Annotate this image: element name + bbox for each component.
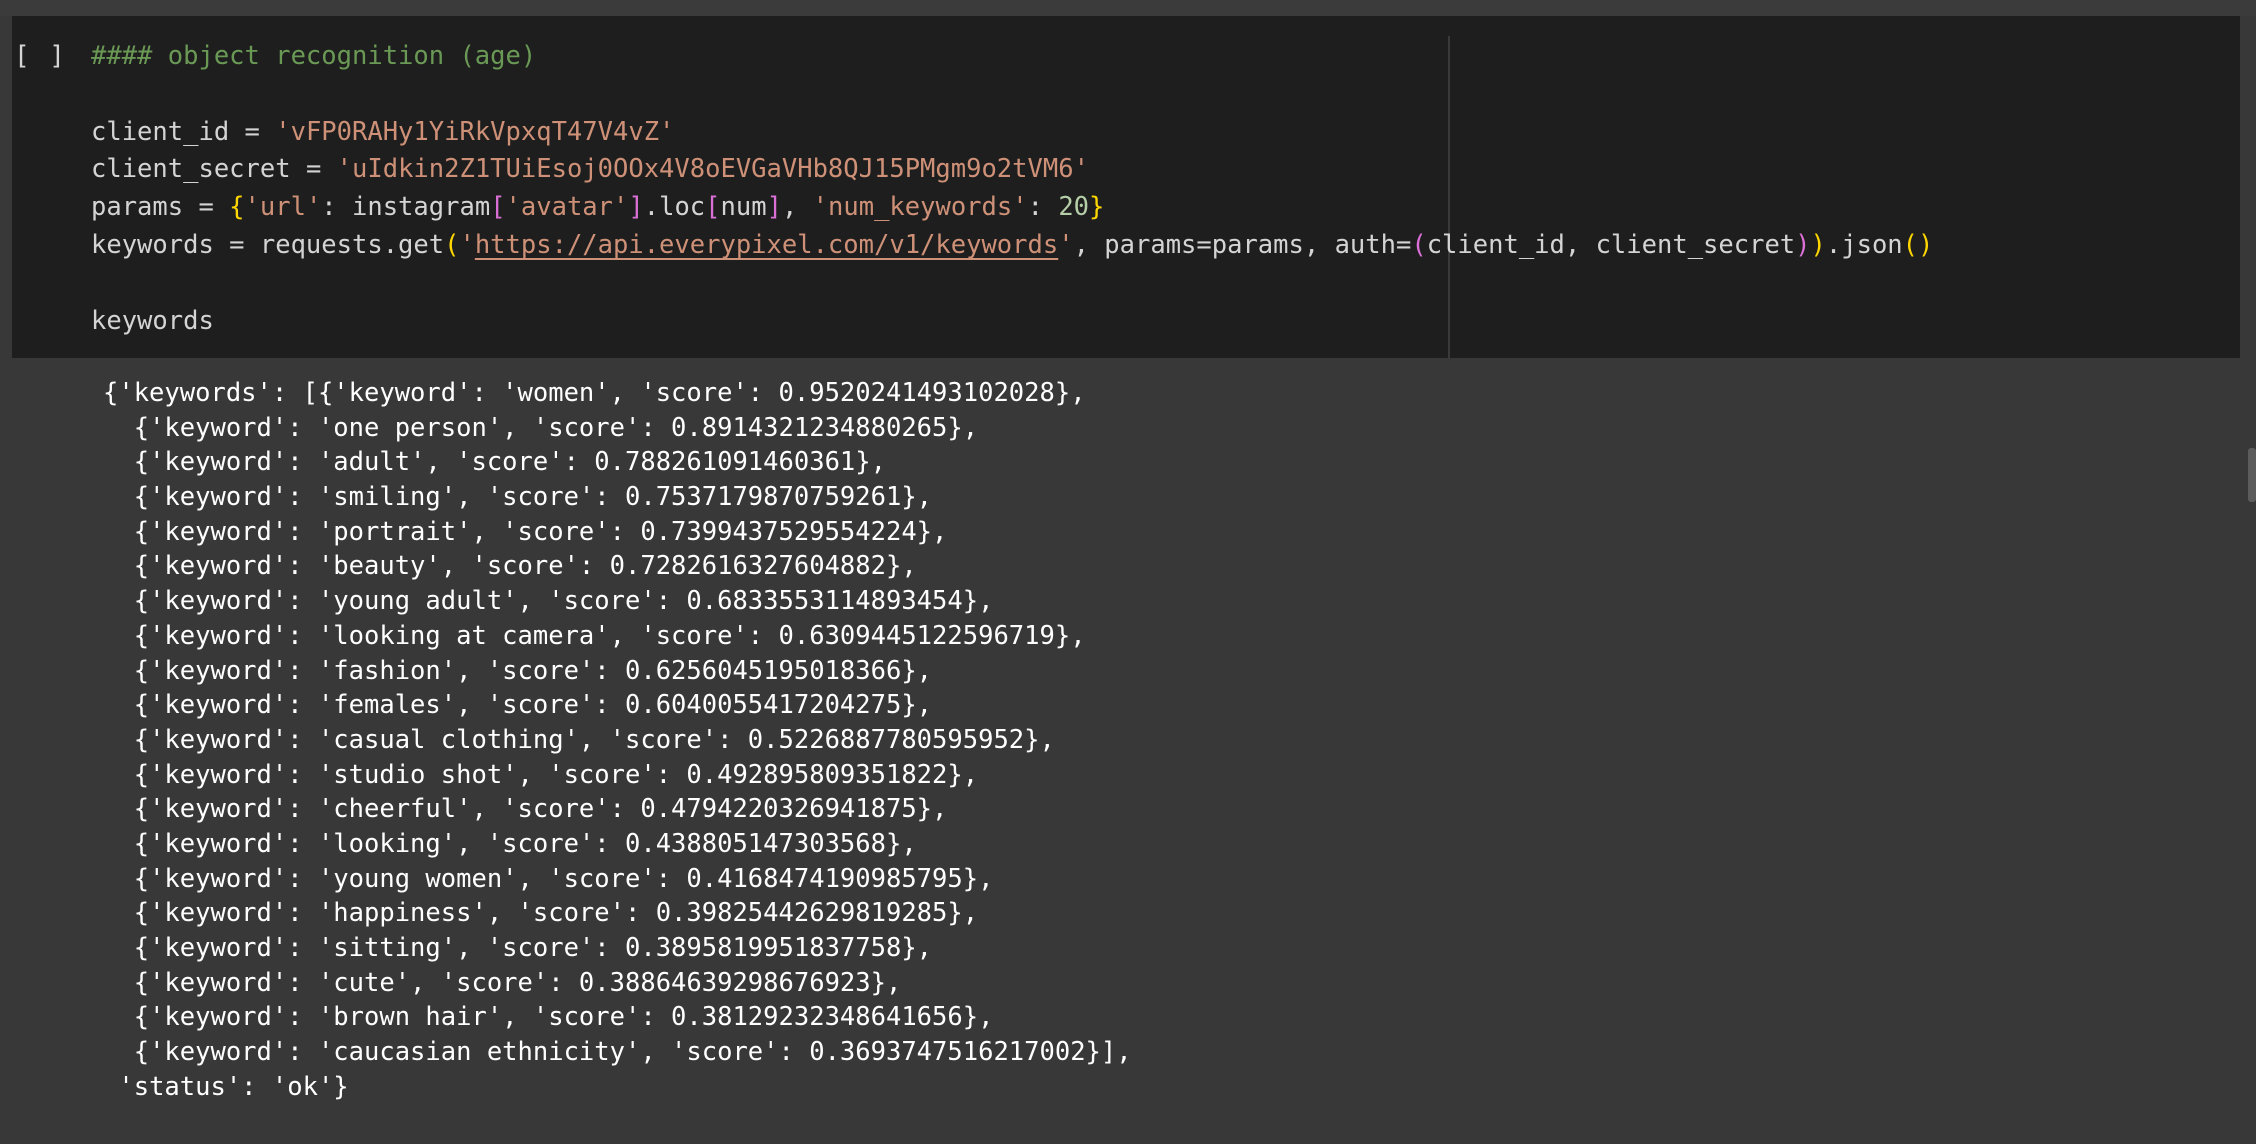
output-row-text: {'keyword': 'fashion', 'score': 0.625604… (133, 655, 933, 686)
bracket-open: [ (705, 192, 721, 223)
output-row-text: {'keyword': 'cheerful', 'score': 0.47942… (133, 794, 948, 825)
output-row-text: {'keyword': 'caucasian ethnicity', 'scor… (133, 1037, 1132, 1068)
output-row: {'keyword': 'smiling', 'score': 0.753717… (103, 480, 1132, 515)
paren-open: ( (444, 229, 460, 260)
paren-close: ) (1795, 229, 1811, 260)
keywords-expr: keywords (91, 305, 214, 336)
paren-open: ( (1411, 229, 1427, 260)
json-call: .json (1825, 229, 1903, 260)
output-row-text: {'keyword': 'brown hair', 'score': 0.381… (133, 1002, 994, 1033)
paren-close: ) (1810, 229, 1826, 260)
output-row-text: {'keyword': 'portrait', 'score': 0.73994… (133, 516, 948, 547)
output-head-row: {'keywords': [{'keyword': 'women', 'scor… (103, 376, 1132, 411)
api-url-link[interactable]: https://api.everypixel.com/v1/keywords (475, 230, 1058, 260)
output-row: {'keyword': 'brown hair', 'score': 0.381… (103, 1000, 1132, 1035)
call-parens: () (1902, 229, 1934, 260)
output-row: {'keyword': 'beauty', 'score': 0.7282616… (103, 549, 1132, 584)
cell-output: {'keywords': [{'keyword': 'women', 'scor… (103, 376, 1132, 1104)
output-row: {'keyword': 'caucasian ethnicity', 'scor… (103, 1035, 1132, 1070)
output-row: {'keyword': 'young adult', 'score': 0.68… (103, 584, 1132, 619)
request-args: , params=params, auth= (1073, 229, 1412, 260)
quote-open: ' (459, 229, 475, 260)
output-row-text: {'keyword': 'beauty', 'score': 0.7282616… (133, 551, 917, 582)
output-row: {'keyword': 'cheerful', 'score': 0.47942… (103, 792, 1132, 827)
output-row: {'keyword': 'cute', 'score': 0.388646392… (103, 966, 1132, 1001)
var-client-secret: client_secret (91, 154, 291, 185)
output-row: {'keyword': 'looking at camera', 'score'… (103, 619, 1132, 654)
brace-open: { (229, 192, 245, 223)
output-row: {'keyword': 'portrait', 'score': 0.73994… (103, 515, 1132, 550)
key-url: 'url' (244, 192, 322, 223)
output-row-text: {'keyword': 'looking at camera', 'score'… (133, 620, 1086, 651)
bracket-close: ] (628, 192, 644, 223)
client-id-string: 'vFP0RAHy1YiRkVpxqT47V4vZ' (275, 116, 675, 147)
brace-close: } (1089, 192, 1105, 223)
output-row-text: {'keyword': 'one person', 'score': 0.891… (133, 412, 979, 443)
output-row: {'keyword': 'fashion', 'score': 0.625604… (103, 654, 1132, 689)
output-status-row: 'status': 'ok'} (103, 1070, 1132, 1105)
code-editor[interactable]: #### object recognition (age) client_id … (91, 38, 1933, 340)
comment-text: #### object recognition (age) (91, 41, 537, 71)
params-colon: : (1027, 192, 1059, 223)
num-keywords-value: 20 (1058, 192, 1090, 223)
output-row-text: {'keyword': 'smiling', 'score': 0.753717… (133, 482, 933, 513)
quote-close: ' (1058, 229, 1074, 260)
output-row: {'keyword': 'adult', 'score': 0.78826109… (103, 445, 1132, 480)
bracket-open: [ (490, 192, 506, 223)
key-avatar: 'avatar' (505, 192, 629, 223)
params-comma: , (781, 192, 813, 223)
output-status: 'status': 'ok'} (118, 1071, 349, 1102)
output-row: {'keyword': 'looking', 'score': 0.438805… (103, 827, 1132, 862)
output-row-text: {'keyword': 'casual clothing', 'score': … (133, 724, 1055, 755)
auth-args: client_id, client_secret (1426, 229, 1796, 260)
code-line-client-id: client_id = 'vFP0RAHy1YiRkVpxqT47V4vZ' (91, 114, 1933, 152)
scrollbar-thumb[interactable] (2248, 448, 2256, 502)
code-line-keywords: keywords (91, 303, 1933, 341)
code-line-keywords-request: keywords = requests.get('https://api.eve… (91, 227, 1933, 265)
output-row: {'keyword': 'women', 'score': 0.95202414… (317, 378, 1086, 408)
output-row: {'keyword': 'casual clothing', 'score': … (103, 723, 1132, 758)
output-row-text: {'keyword': 'studio shot', 'score': 0.49… (133, 759, 979, 790)
bracket-close: ] (766, 192, 782, 223)
key-num-keywords: 'num_keywords' (812, 192, 1028, 223)
output-row-text: {'keyword': 'happiness', 'score': 0.3982… (133, 898, 979, 929)
output-row-text: {'keyword': 'adult', 'score': 0.78826109… (133, 447, 886, 478)
output-row: {'keyword': 'females', 'score': 0.604005… (103, 688, 1132, 723)
output-row-text: {'keyword': 'young women', 'score': 0.41… (133, 863, 994, 894)
code-line-params: params = {'url': instagram['avatar'].loc… (91, 189, 1933, 227)
params-sep: : instagram (321, 192, 491, 223)
keywords-lhs: keywords = requests.get (91, 229, 445, 260)
assign-op: = (229, 116, 276, 147)
output-row: {'keyword': 'one person', 'score': 0.891… (103, 411, 1132, 446)
run-cell-button[interactable]: [ ] (14, 38, 67, 74)
output-row: {'keyword': 'sitting', 'score': 0.389581… (103, 931, 1132, 966)
var-client-id: client_id (91, 116, 230, 147)
output-row-text: {'keyword': 'females', 'score': 0.604005… (133, 690, 933, 721)
params-lhs: params = (91, 192, 230, 223)
output-row-text: {'keyword': 'young adult', 'score': 0.68… (133, 586, 994, 617)
output-row: {'keyword': 'happiness', 'score': 0.3982… (103, 896, 1132, 931)
output-row-text: {'keyword': 'cute', 'score': 0.388646392… (133, 967, 902, 998)
top-strip (0, 0, 2256, 16)
assign-op: = (290, 154, 337, 185)
output-head: {'keywords': [ (103, 378, 318, 408)
num-var: num (720, 192, 767, 223)
code-line-client-secret: client_secret = 'uIdkin2Z1TUiEsoj0OOx4V8… (91, 151, 1933, 189)
output-row: {'keyword': 'studio shot', 'score': 0.49… (103, 758, 1132, 793)
output-row-text: {'keyword': 'sitting', 'score': 0.389581… (133, 933, 933, 963)
client-secret-string: 'uIdkin2Z1TUiEsoj0OOx4V8oEVGaVHb8QJ15PMg… (336, 154, 1089, 185)
loc-accessor: .loc (643, 192, 706, 223)
output-row: {'keyword': 'young women', 'score': 0.41… (103, 862, 1132, 897)
output-row-text: {'keyword': 'looking', 'score': 0.438805… (133, 828, 917, 859)
code-line-comment: #### object recognition (age) (91, 38, 1933, 76)
